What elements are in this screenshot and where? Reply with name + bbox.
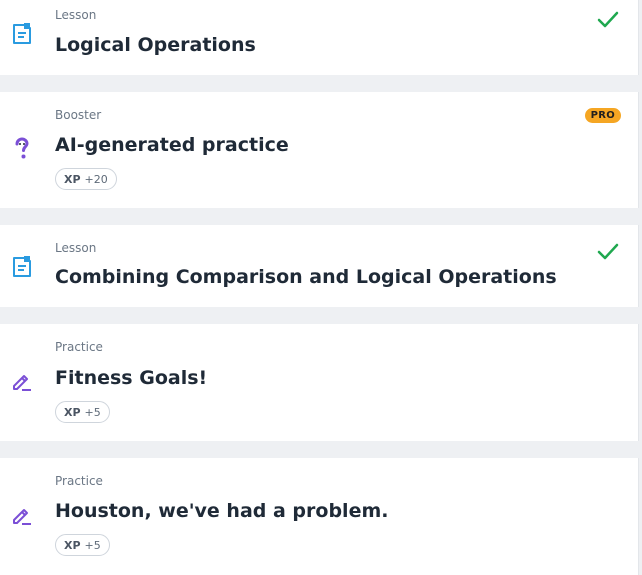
question-mark-icon (15, 137, 29, 159)
item-category: Practice (55, 474, 103, 488)
item-category: Lesson (55, 8, 97, 22)
xp-badge: XP +5 (55, 401, 110, 423)
list-item-lesson-combining[interactable]: Lesson Combining Comparison and Logical … (0, 225, 639, 307)
item-category: Lesson (55, 241, 97, 255)
lesson-document-icon (13, 23, 31, 44)
list-item-lesson-logical-operations[interactable]: Lesson Logical Operations (0, 0, 639, 75)
xp-value: +5 (84, 405, 101, 419)
xp-value: +5 (84, 538, 101, 552)
item-title[interactable]: Combining Comparison and Logical Operati… (55, 266, 557, 288)
xp-badge: XP +5 (55, 534, 110, 556)
checkmark-icon (597, 243, 619, 260)
pencil-edit-icon (13, 375, 31, 391)
xp-label: XP (64, 405, 81, 419)
list-item-booster-ai-practice[interactable]: Booster AI-generated practice XP +20 PRO (0, 92, 639, 208)
lesson-document-icon (13, 256, 31, 277)
list-item-practice-houston[interactable]: Practice Houston, we've had a problem. X… (0, 458, 639, 575)
item-category: Practice (55, 340, 103, 354)
item-category: Booster (55, 108, 102, 122)
item-title[interactable]: AI-generated practice (55, 134, 289, 156)
pencil-edit-icon (13, 509, 31, 525)
item-title[interactable]: Houston, we've had a problem. (55, 500, 388, 522)
xp-label: XP (64, 538, 81, 552)
xp-label: XP (64, 172, 81, 186)
xp-value: +20 (84, 172, 108, 186)
xp-badge: XP +20 (55, 168, 117, 190)
checkmark-icon (597, 11, 619, 28)
item-title[interactable]: Logical Operations (55, 34, 256, 56)
item-title[interactable]: Fitness Goals! (55, 367, 207, 389)
pro-badge: PRO (584, 108, 621, 123)
list-item-practice-fitness-goals[interactable]: Practice Fitness Goals! XP +5 (0, 324, 639, 441)
